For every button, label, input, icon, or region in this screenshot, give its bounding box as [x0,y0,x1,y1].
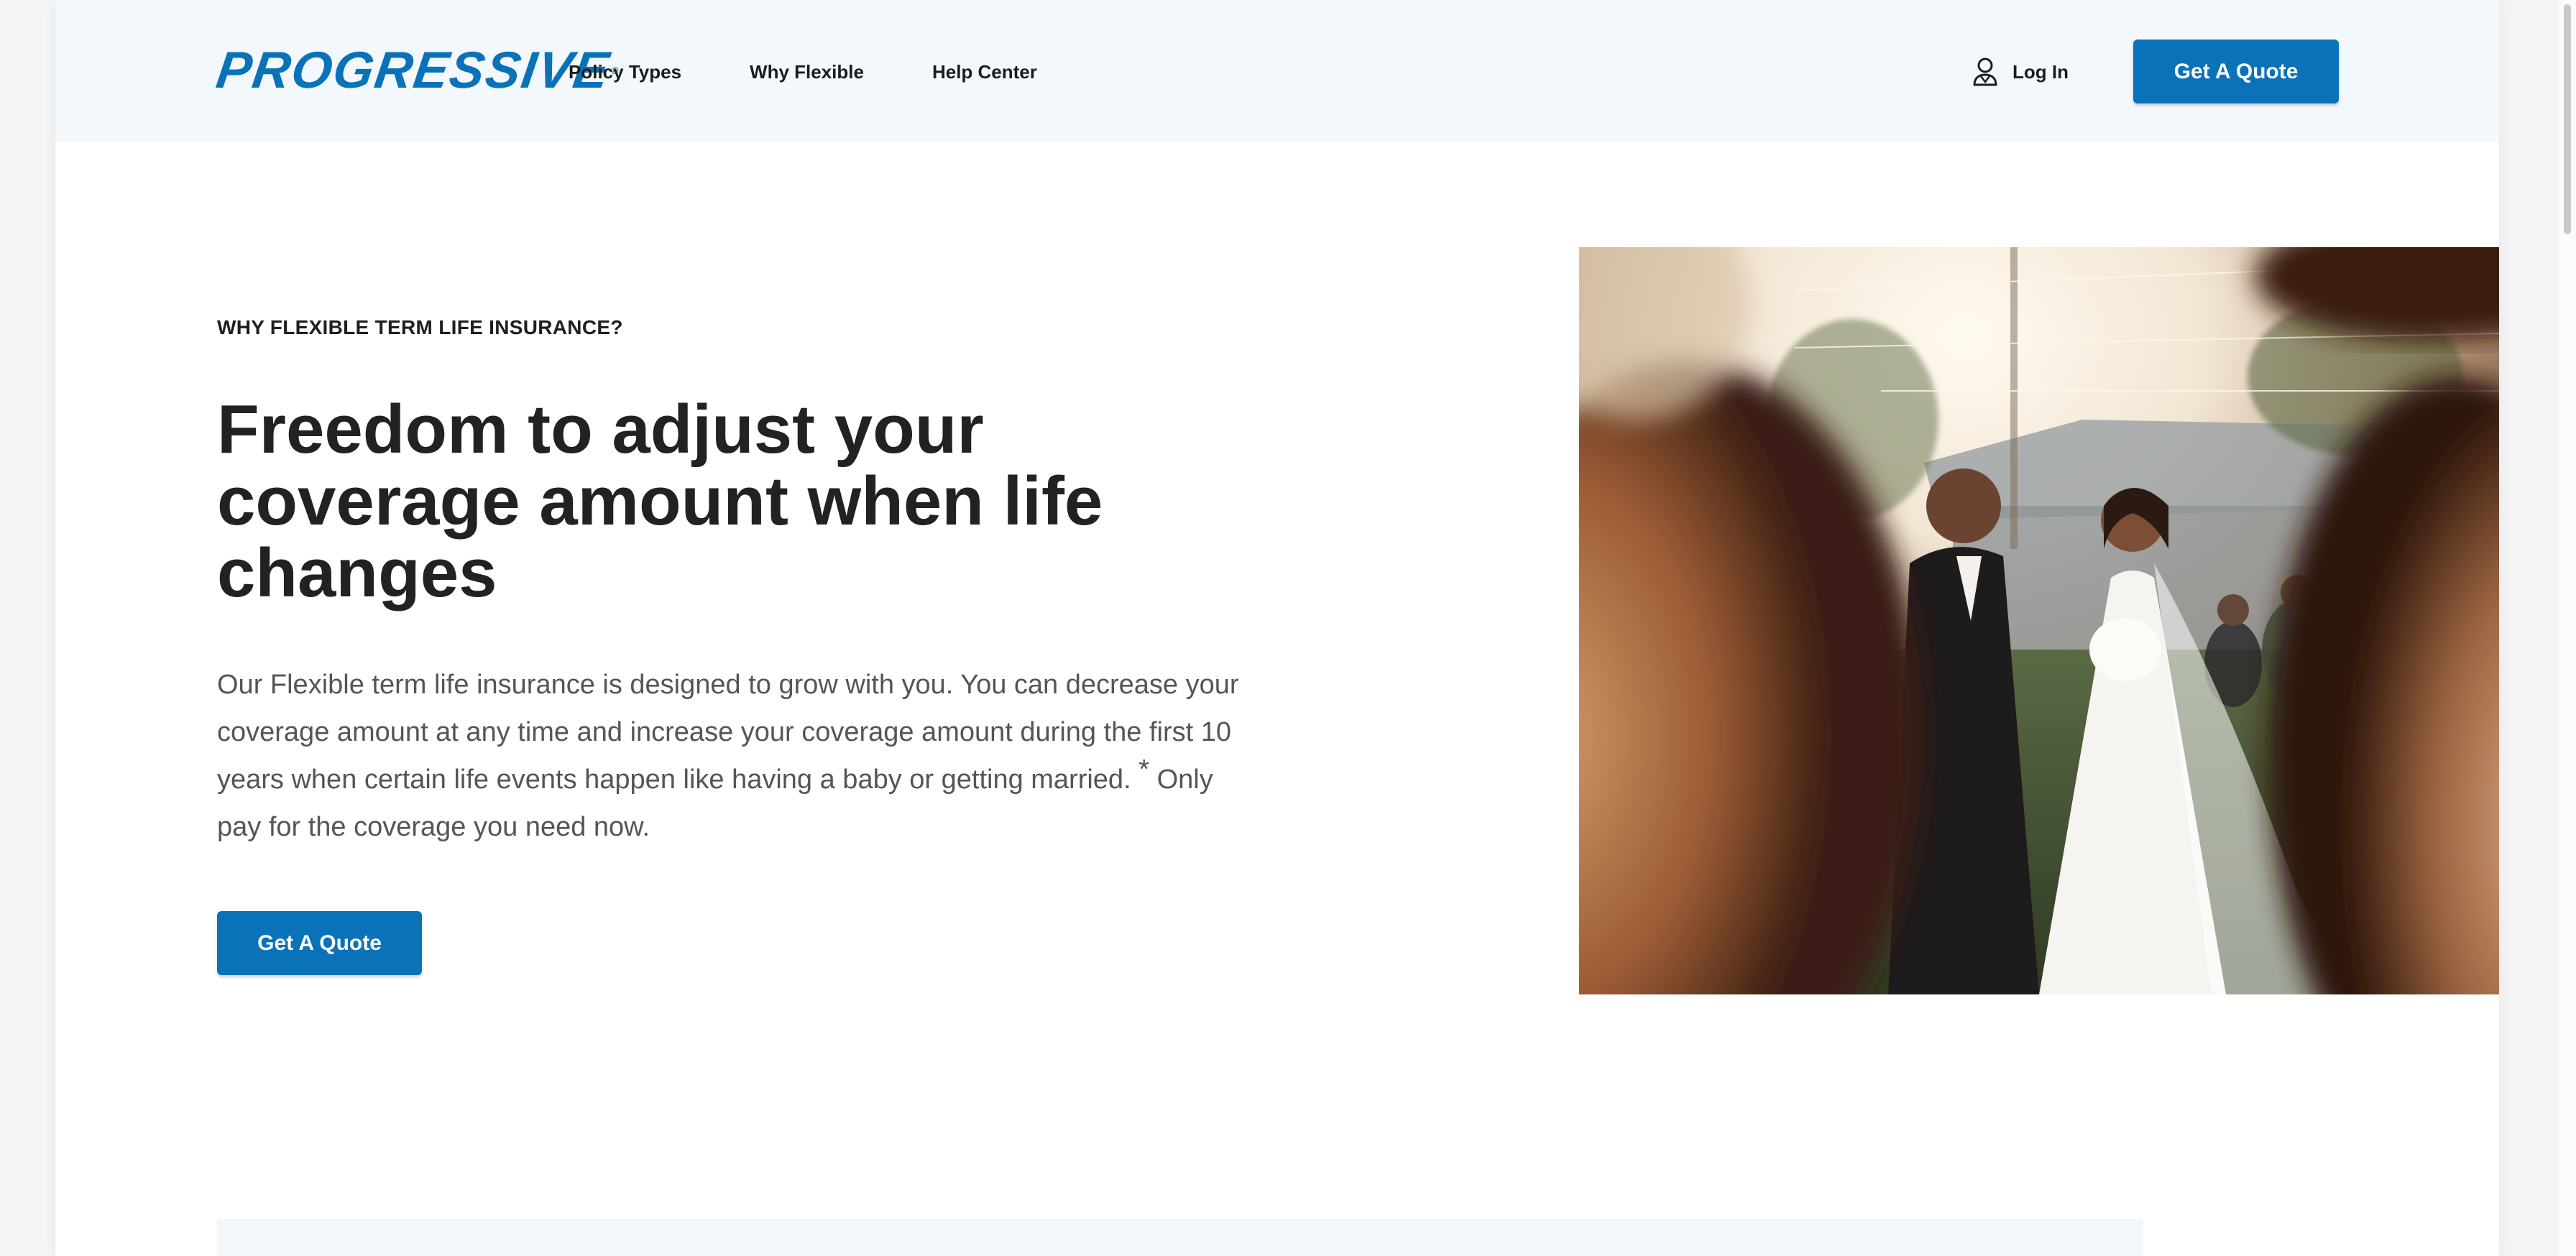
login-label: Log In [2012,61,2069,83]
footnote-asterisk: * [1138,754,1149,785]
progressive-logo[interactable]: PROGRESSIVE ® [213,42,624,99]
nav-help-center[interactable]: Help Center [932,57,1037,86]
hero-body-main: Our Flexible term life insurance is desi… [217,670,1239,795]
logo-text: PROGRESSIVE [213,42,614,99]
site-header: PROGRESSIVE ® Policy Types Why Flexible H… [55,0,2499,142]
main-nav: Policy Types Why Flexible Help Center [569,57,1105,86]
hero-body: Our Flexible term life insurance is desi… [217,661,1252,851]
header-get-quote-button[interactable]: Get A Quote [2133,40,2339,103]
hero-headline: Freedom to adjust your coverage amount w… [217,391,1103,611]
page: PROGRESSIVE ® Policy Types Why Flexible H… [55,0,2499,1256]
next-section-band [217,1219,2143,1256]
nav-policy-types[interactable]: Policy Types [569,57,681,86]
eyebrow-label: WHY FLEXIBLE TERM LIFE INSURANCE? [217,316,623,338]
page-scrollbar[interactable] [2559,0,2576,1256]
user-icon [1971,56,2000,88]
wedding-photo [1579,247,2499,994]
nav-why-flexible[interactable]: Why Flexible [750,57,864,86]
scrollbar-thumb[interactable] [2564,4,2571,234]
login-link[interactable]: Log In [1971,55,2069,89]
hero-get-quote-button[interactable]: Get A Quote [217,911,422,975]
